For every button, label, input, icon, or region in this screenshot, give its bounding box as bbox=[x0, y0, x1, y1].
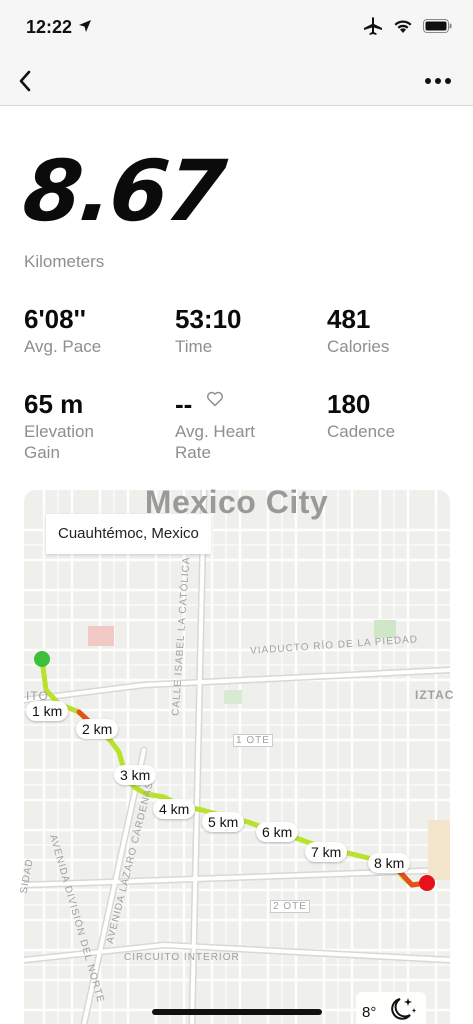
km-marker-4: 4 km bbox=[153, 799, 196, 819]
heart-rate-value: -- bbox=[175, 389, 193, 419]
km-marker-1: 1 km bbox=[26, 701, 69, 721]
moon-stars-icon bbox=[391, 998, 417, 1020]
km-marker-2: 2 km bbox=[76, 719, 119, 739]
road-label-1-ote: 1 OTE bbox=[233, 734, 273, 747]
avg-pace-label: Avg. Pace bbox=[24, 337, 102, 356]
status-bar: 12:22 bbox=[0, 0, 473, 56]
weather-temp: 8° bbox=[362, 1004, 377, 1021]
distance-value: 8.67 bbox=[18, 142, 229, 240]
stat-heart-rate: -- Avg. Heart Rate bbox=[175, 389, 255, 463]
stat-cadence: 180 Cadence bbox=[327, 389, 395, 442]
cadence-label: Cadence bbox=[327, 422, 396, 441]
calories-value: 481 bbox=[327, 304, 371, 334]
home-indicator[interactable] bbox=[152, 1009, 322, 1015]
airplane-icon bbox=[364, 17, 382, 35]
location-arrow-icon bbox=[79, 20, 91, 32]
km-marker-3: 3 km bbox=[114, 765, 157, 785]
stat-elevation: 65 m Elevation Gain bbox=[24, 389, 94, 463]
heart-rate-label-line1: Avg. Heart bbox=[175, 422, 256, 441]
status-time: 12:22 bbox=[26, 17, 73, 37]
route-end-marker bbox=[419, 875, 435, 891]
time-value: 53:10 bbox=[175, 304, 242, 334]
calories-label: Calories bbox=[327, 337, 390, 356]
cadence-value: 180 bbox=[327, 389, 371, 419]
elevation-value: 65 m bbox=[24, 389, 84, 419]
heart-icon bbox=[206, 391, 223, 407]
km-marker-7: 7 km bbox=[305, 842, 348, 862]
elevation-label-line2: Gain bbox=[24, 443, 60, 462]
more-dots-icon[interactable] bbox=[421, 68, 455, 94]
battery-icon bbox=[423, 19, 452, 33]
road-label-circuito: CIRCUITO INTERIOR bbox=[124, 952, 240, 963]
stat-avg-pace: 6'08'' Avg. Pace bbox=[24, 304, 101, 357]
map-location-card[interactable]: Cuauhtémoc, Mexico bbox=[46, 514, 211, 554]
stat-calories: 481 Calories bbox=[327, 304, 389, 357]
km-marker-5: 5 km bbox=[202, 812, 245, 832]
road-label-2-ote: 2 OTE bbox=[270, 900, 310, 913]
km-marker-6: 6 km bbox=[256, 822, 299, 842]
stat-time: 53:10 Time bbox=[175, 304, 242, 357]
km-marker-8: 8 km bbox=[368, 853, 411, 873]
avg-pace-value: 6'08'' bbox=[24, 304, 86, 334]
nav-bar bbox=[0, 56, 473, 106]
chevron-left-icon[interactable] bbox=[12, 66, 42, 96]
route-start-marker bbox=[34, 651, 50, 667]
road-label-iztac: IZTAC bbox=[415, 688, 455, 702]
weather-chip: 8° bbox=[356, 992, 426, 1024]
distance-unit: Kilometers bbox=[24, 252, 105, 271]
time-label: Time bbox=[175, 337, 213, 356]
status-icons bbox=[363, 17, 453, 35]
wifi-icon bbox=[394, 20, 412, 33]
elevation-label-line1: Elevation bbox=[24, 422, 94, 441]
heart-rate-label-line2: Rate bbox=[175, 443, 211, 462]
